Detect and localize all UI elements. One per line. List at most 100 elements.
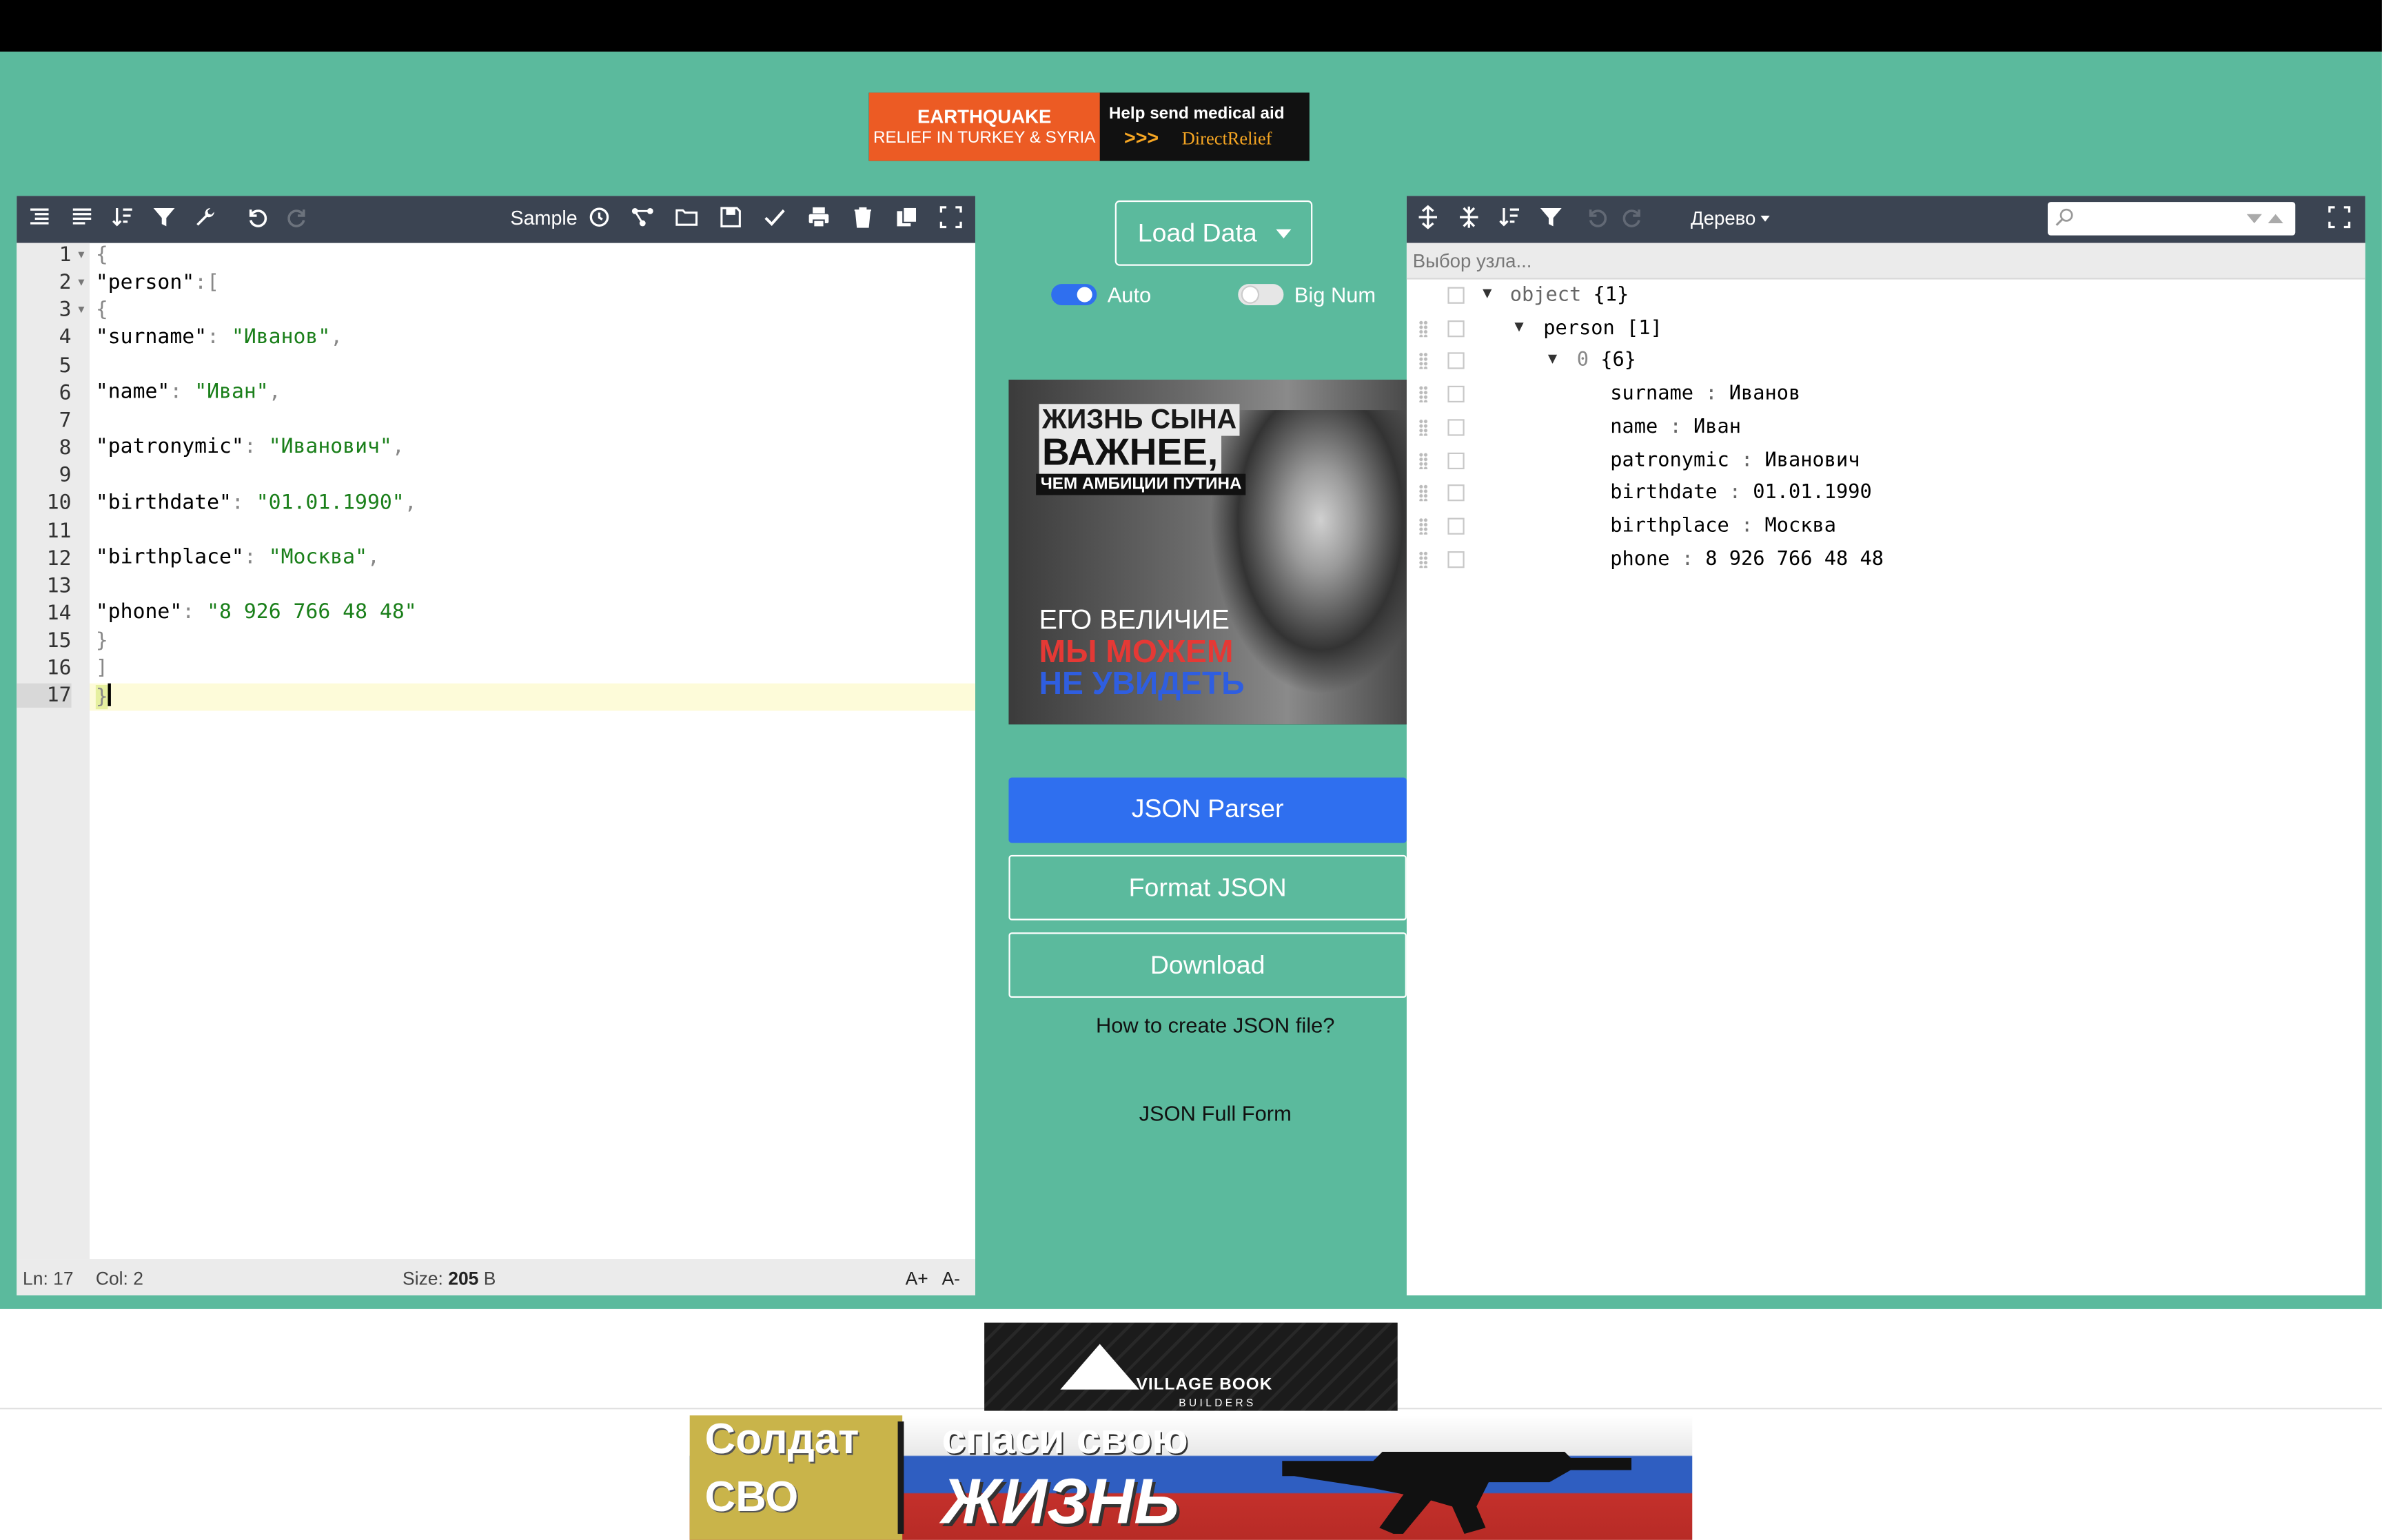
compact-icon[interactable] [68, 205, 96, 233]
expand-caret-icon[interactable]: ▼ [1548, 351, 1557, 367]
field-key[interactable]: birthdate [1610, 482, 1717, 505]
auto-toggle[interactable] [1051, 284, 1097, 306]
select-checkbox[interactable] [1447, 451, 1465, 469]
expand-caret-icon[interactable]: ▼ [1514, 319, 1523, 336]
code-line-10[interactable]: "birthdate": "01.01.1990", [96, 491, 417, 515]
validate-check-icon[interactable] [761, 205, 788, 233]
code-line-1[interactable]: { [96, 243, 108, 267]
promo-banner-image[interactable]: ЖИЗНЬ СЫНА ВАЖНЕЕ, ЧЕМ АМБИЦИИ ПУТИНА ЕГ… [1008, 380, 1407, 725]
select-checkbox[interactable] [1447, 418, 1465, 436]
sort-icon[interactable] [110, 205, 137, 233]
field-value[interactable]: 8 926 766 48 48 [1705, 548, 1884, 571]
sample-button[interactable]: Sample [511, 207, 578, 229]
undo-icon[interactable] [243, 205, 271, 233]
code-line-8[interactable]: "patronymic": "Иванович", [96, 434, 405, 458]
select-checkbox[interactable] [1447, 551, 1465, 568]
banner-text-4: ЕГО ВЕЛИЧИЕ [1039, 604, 1230, 635]
drag-handle-icon[interactable] [1418, 385, 1428, 403]
svo-banner-ad[interactable]: Солдат СВО спаси свою ЖИЗНЬ [689, 1415, 1693, 1540]
code-line-15[interactable]: } [96, 628, 108, 653]
field-key[interactable]: phone [1610, 548, 1669, 571]
drag-handle-icon[interactable] [1418, 484, 1428, 502]
field-value[interactable]: Иванов [1729, 382, 1801, 405]
json-full-form-link[interactable]: JSON Full Form [1008, 1101, 1421, 1125]
tree-node-person[interactable]: ▼ person [1] [1407, 313, 2364, 346]
collapse-all-icon[interactable] [1455, 205, 1483, 233]
tree-search-input[interactable] [2047, 202, 2296, 236]
field-value[interactable]: 01.01.1990 [1753, 482, 1872, 505]
expand-all-icon[interactable] [1414, 205, 1442, 233]
select-checkbox[interactable] [1447, 352, 1465, 369]
line-number: 16 [46, 656, 72, 681]
fullscreen-icon[interactable] [2325, 205, 2353, 233]
filter-icon[interactable] [150, 205, 178, 233]
drag-handle-icon[interactable] [1418, 320, 1428, 338]
tree-field-row[interactable]: phone : 8 926 766 48 48 [1407, 544, 2364, 577]
field-key[interactable]: patronymic [1610, 449, 1729, 471]
code-line-14[interactable]: "phone": "8 926 766 48 48" [96, 600, 417, 624]
tree-node-index[interactable]: ▼ 0 {6} [1407, 345, 2364, 378]
earthquake-ad[interactable]: EARTHQUAKE RELIEF IN TURKEY & SYRIA Help… [868, 92, 1310, 161]
field-value[interactable]: Иван [1693, 415, 1741, 438]
drag-handle-icon[interactable] [1418, 418, 1428, 436]
load-data-label: Load Data [1137, 218, 1257, 248]
fold-toggle-icon[interactable]: ▼ [76, 306, 972, 316]
field-key[interactable]: surname [1610, 382, 1693, 405]
delete-icon[interactable] [849, 205, 877, 233]
load-data-dropdown[interactable]: Load Data [1114, 200, 1313, 266]
format-icon[interactable] [26, 205, 53, 233]
copy-icon[interactable] [893, 205, 921, 233]
graph-icon[interactable] [629, 205, 656, 233]
open-folder-icon[interactable] [673, 205, 700, 233]
tree-field-row[interactable]: birthdate : 01.01.1990 [1407, 478, 2364, 511]
save-icon[interactable] [717, 205, 744, 233]
sort-icon[interactable] [1496, 205, 1524, 233]
select-checkbox[interactable] [1447, 484, 1465, 502]
json-parser-button[interactable]: JSON Parser [1008, 777, 1407, 843]
tree-field-row[interactable]: birthplace : Москва [1407, 511, 2364, 544]
wrench-icon[interactable] [192, 205, 219, 233]
banner-text-3: ЧЕМ АМБИЦИИ ПУТИНА [1036, 473, 1247, 495]
search-next-icon[interactable] [2246, 214, 2262, 223]
tree-field-row[interactable]: surname : Иванов [1407, 378, 2364, 411]
code-line-17[interactable]: } [95, 683, 111, 710]
print-icon[interactable] [805, 205, 833, 233]
search-prev-icon[interactable] [2268, 214, 2283, 223]
select-checkbox[interactable] [1447, 320, 1465, 338]
fold-toggle-icon[interactable]: ▼ [76, 251, 972, 261]
history-icon[interactable] [585, 205, 613, 233]
code-line-3[interactable]: { [96, 298, 108, 322]
select-checkbox[interactable] [1447, 287, 1465, 304]
how-to-create-json-link[interactable]: How to create JSON file? [1008, 1013, 1421, 1037]
tree-field-row[interactable]: patronymic : Иванович [1407, 444, 2364, 478]
fullscreen-icon[interactable] [937, 205, 965, 233]
drag-handle-icon[interactable] [1418, 352, 1428, 369]
code-line-12[interactable]: "birthplace": "Москва", [96, 545, 380, 569]
field-value[interactable]: Москва [1765, 515, 1837, 538]
expand-caret-icon[interactable]: ▼ [1483, 285, 1492, 302]
font-decrease-button[interactable]: A- [941, 1268, 959, 1289]
svo-text-4: ЖИЗНЬ [941, 1465, 1179, 1537]
drag-handle-icon[interactable] [1418, 517, 1428, 535]
code-line-16[interactable]: ] [96, 656, 108, 680]
tree-node-root[interactable]: ▼ object {1} [1407, 280, 2364, 313]
format-json-button[interactable]: Format JSON [1008, 854, 1407, 921]
field-value[interactable]: Иванович [1765, 449, 1860, 471]
code-line-2[interactable]: "person":[ [96, 270, 219, 294]
tree-field-row[interactable]: name : Иван [1407, 411, 2364, 444]
drag-handle-icon[interactable] [1418, 551, 1428, 568]
code-line-4[interactable]: "surname": "Иванов", [96, 325, 343, 349]
download-button[interactable]: Download [1008, 932, 1407, 998]
field-key[interactable]: birthplace [1610, 515, 1729, 538]
auto-label: Auto [1107, 282, 1152, 307]
drag-handle-icon[interactable] [1418, 451, 1428, 469]
big-num-toggle[interactable] [1238, 284, 1284, 306]
village-book-builders-ad[interactable]: VILLAGE BOOK BUILDERS [984, 1322, 1398, 1411]
font-increase-button[interactable]: A+ [906, 1268, 928, 1289]
field-key[interactable]: name [1610, 415, 1658, 438]
select-checkbox[interactable] [1447, 385, 1465, 403]
code-line-6[interactable]: "name": "Иван", [96, 380, 281, 404]
select-checkbox[interactable] [1447, 517, 1465, 535]
view-mode-dropdown[interactable]: Дерево [1691, 208, 1771, 229]
filter-icon[interactable] [1537, 205, 1565, 233]
